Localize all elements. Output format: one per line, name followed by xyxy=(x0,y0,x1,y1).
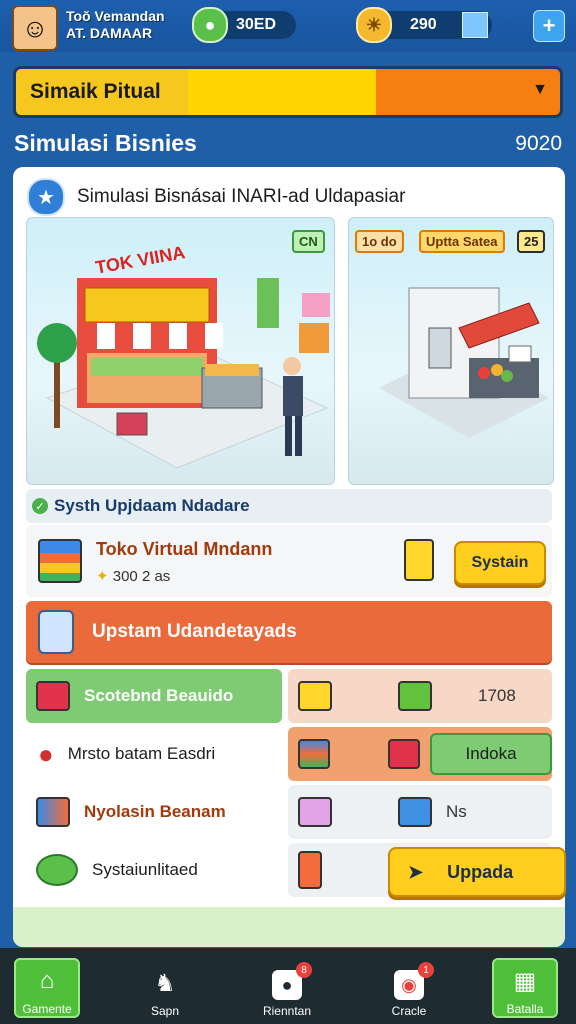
update-status-bar[interactable]: ✓ Systh Upjdaam Ndadare xyxy=(26,489,552,523)
row4-left-label: Systaiunlitaed xyxy=(92,860,198,879)
store-illustration[interactable]: CN TOK VIINA xyxy=(26,217,335,485)
kiosk-tag-c: 25 xyxy=(517,230,546,253)
building-icon: ▦ xyxy=(513,967,537,995)
coin-counter[interactable]: ● 30ED xyxy=(192,7,296,43)
check-icon: ✓ xyxy=(32,498,48,514)
dropdown-mid-segment xyxy=(188,69,376,115)
row1-right-label: 1708 xyxy=(478,686,516,705)
house-icon: ⌂ xyxy=(39,967,55,994)
row2-right-label: Indoka xyxy=(465,744,517,763)
nav-create[interactable]: ◉ 1 Cracle xyxy=(376,958,442,1018)
chat-icon: ● 8 xyxy=(272,962,312,1000)
star-badge-icon: ★ xyxy=(27,178,65,216)
books-icon xyxy=(36,797,70,827)
row3-left-label: Nyolasin Beanam xyxy=(84,802,226,821)
player-name: Toŏ Vemandan xyxy=(66,8,165,24)
category-dropdown[interactable]: Simaik Pitual ▼ xyxy=(13,66,563,118)
panel-footer xyxy=(13,907,565,947)
cube-icon xyxy=(462,12,488,38)
row3-right-label: Ns xyxy=(446,802,467,821)
melon-icon xyxy=(36,854,78,886)
shop-name: Toko Virtual Mndann xyxy=(96,539,273,559)
sparkle-icon: ✦ xyxy=(96,568,109,585)
list-row-4: Systaiunlitaed ➤ Uppada xyxy=(26,843,566,897)
player-name-block: Toŏ Vemandan AT. DAMAAR xyxy=(66,8,165,42)
nav-home[interactable]: ⌂ Gamente xyxy=(14,958,80,1018)
shop-action-button[interactable]: Systain xyxy=(454,541,546,585)
create-badge: 1 xyxy=(418,962,434,978)
shop-row[interactable]: Toko Virtual Mndann ✦ 300 2 as Systain xyxy=(26,525,552,597)
sun-icon: ☀ xyxy=(356,7,392,43)
update-status-label: Systh Upjdaam Ndadare xyxy=(54,496,250,515)
panel-title: Simulasi Bisnásai INARI-ad Uldapasiar xyxy=(77,186,406,207)
cart-icon xyxy=(298,797,332,827)
nav-battle-label: Batalla xyxy=(506,1002,544,1016)
red-box-icon xyxy=(36,681,70,711)
kiosk-illustration[interactable]: 1o do Uptta Satea 25 xyxy=(348,217,554,485)
bag-icon xyxy=(388,739,421,769)
dropdown-label: Simaik Pitual xyxy=(16,69,188,115)
shop-stack-icon xyxy=(38,539,82,583)
row2-right-tag: Indoka xyxy=(430,733,552,775)
upgrade-button[interactable]: ➤ Uppada xyxy=(388,847,566,897)
add-currency-button[interactable]: + xyxy=(533,10,565,42)
chevron-down-icon: ▼ xyxy=(532,81,548,98)
person-icon: ♞ xyxy=(154,969,176,997)
nav-battle[interactable]: ▦ Batalla xyxy=(492,958,558,1018)
shop-meta-block: ✦ 300 2 as xyxy=(96,567,170,585)
section-title: Simulasi Bisnies xyxy=(14,130,197,156)
coin-value: 30ED xyxy=(236,16,277,33)
nav-create-label: Cracle xyxy=(391,1004,427,1018)
upgrade-banner[interactable]: Upstam Udandetayads xyxy=(26,601,552,663)
list-row-1: Scotebnd Beauido 1708 xyxy=(26,669,552,723)
row3-left-cell[interactable]: Nyolasin Beanam xyxy=(26,785,282,839)
kiosk-scene-icon xyxy=(379,287,549,438)
nav-shop-label: Sapn xyxy=(150,1004,180,1018)
main-panel: ★ Simulasi Bisnásai INARI-ad Uldapasiar xyxy=(13,167,566,947)
nav-shop[interactable]: ♞ Sapn xyxy=(132,958,198,1019)
row2-left-cell[interactable]: ● Mrsto batam Easdri xyxy=(26,727,282,781)
missions-badge: 8 xyxy=(296,962,312,978)
kiosk-tag-b: Uptta Satea xyxy=(419,230,505,253)
nav-home-label: Gamente xyxy=(22,1002,72,1016)
gem-counter[interactable]: ☀ 290 xyxy=(356,7,492,43)
stack-box-icon xyxy=(298,739,331,769)
row3-right-cell[interactable]: Ns xyxy=(288,785,552,839)
nav-missions[interactable]: ● 8 Rienntan xyxy=(254,958,320,1018)
gem-value: 290 xyxy=(410,16,437,33)
green-box-icon xyxy=(398,681,432,711)
avatar[interactable]: ☺ xyxy=(12,5,58,51)
row4-left-cell[interactable]: Systaiunlitaed xyxy=(26,843,282,897)
coin-icon: ● xyxy=(192,7,228,43)
dropdown-end-segment: ▼ xyxy=(376,69,560,115)
shop-meta: 300 2 as xyxy=(112,568,171,585)
player-subtitle: AT. DAMAAR xyxy=(66,25,153,41)
section-value: 9020 xyxy=(515,132,562,155)
kiosk-tag-a: 1o do xyxy=(355,230,404,253)
camera-icon: ◉ 1 xyxy=(394,962,434,1000)
row2-left-label: Mrsto batam Easdri xyxy=(67,744,216,763)
tomato-icon: ● xyxy=(38,738,54,769)
list-row-2: ● Mrsto batam Easdri Indoka xyxy=(26,727,552,781)
row1-right-cell[interactable]: 1708 xyxy=(288,669,552,723)
clipboard-icon xyxy=(404,539,434,581)
avatar-face-icon: ☺ xyxy=(21,12,49,43)
upgrade-banner-label: Upstam Udandetayads xyxy=(92,621,297,642)
arrow-icon: ➤ xyxy=(408,861,424,882)
nav-missions-label: Rienntan xyxy=(262,1004,312,1018)
container-icon xyxy=(38,610,74,654)
yellow-box-icon xyxy=(298,681,332,711)
fridge-icon xyxy=(298,851,322,889)
row1-left-label: Scotebnd Beauido xyxy=(84,686,234,705)
panel-header: ★ Simulasi Bisnásai INARI-ad Uldapasiar xyxy=(27,175,547,219)
row1-left-cell[interactable]: Scotebnd Beauido xyxy=(26,669,282,723)
blue-box-icon xyxy=(398,797,432,827)
list-row-3: Nyolasin Beanam Ns xyxy=(26,785,552,839)
upgrade-button-label: Uppada xyxy=(447,861,514,882)
row2-right-cell[interactable]: Indoka xyxy=(288,727,552,781)
store-tag: CN xyxy=(292,230,325,253)
